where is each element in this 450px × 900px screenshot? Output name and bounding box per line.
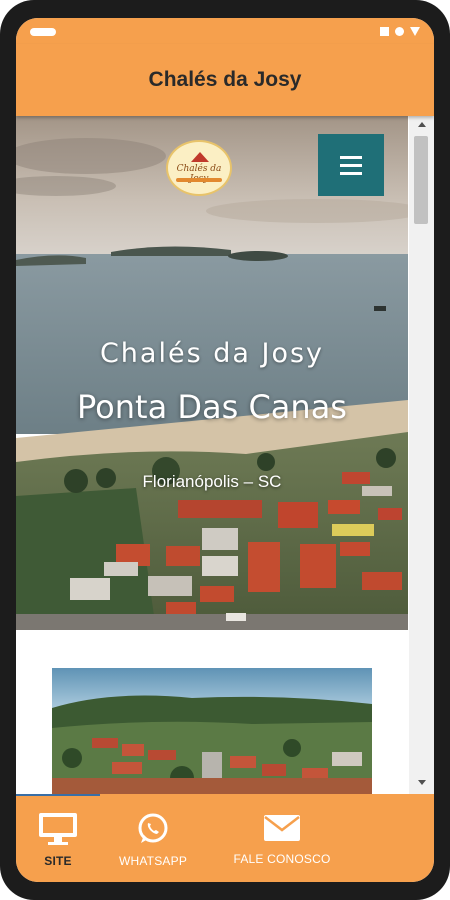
nav-contact-label: FALE CONOSCO [233, 852, 331, 866]
mail-icon [264, 815, 300, 841]
nav-whatsapp[interactable]: WHATSAPP [100, 794, 206, 882]
nav-site-label: SITE [44, 854, 72, 868]
nav-site[interactable]: SITE [16, 794, 100, 882]
menu-icon-line [340, 163, 362, 167]
aerial-photo-image [52, 668, 372, 794]
hero-subtitle: Chalés da Josy [99, 338, 325, 369]
webview-scrollbar[interactable] [409, 116, 434, 794]
device-frame: Chalés da Josy Chalés da Chalés da Josy … [0, 0, 450, 900]
hero-location: Florianópolis – SC [142, 472, 282, 491]
hamburger-menu-button[interactable] [318, 134, 384, 196]
nav-contact[interactable]: FALE CONOSCO [206, 794, 358, 882]
square-icon [380, 27, 389, 36]
site-logo[interactable]: Chalés da Josy [166, 140, 232, 196]
scroll-down-arrow-icon[interactable] [418, 780, 426, 785]
scrollbar-thumb[interactable] [414, 136, 428, 224]
triangle-icon [410, 27, 420, 36]
hero-section: Chalés da Josy Chalés da Josy Ponta Das … [16, 116, 408, 630]
app-bar: Chalés da Josy [16, 44, 434, 116]
nav-whatsapp-label: WHATSAPP [118, 854, 188, 868]
bottom-navigation: SITE WHATSAPP FALE CONOSCO [16, 794, 434, 882]
notification-icon [30, 28, 56, 36]
menu-icon-line [340, 171, 362, 175]
monitor-icon [39, 813, 77, 845]
app-title: Chalés da Josy [148, 68, 302, 91]
aerial-photo [52, 668, 372, 794]
logo-swoosh [176, 178, 222, 182]
house-icon [191, 152, 209, 162]
webview[interactable]: Chalés da Josy Chalés da Josy Ponta Das … [16, 116, 434, 794]
menu-icon-line [340, 155, 362, 159]
phone-screen: Chalés da Josy Chalés da Chalés da Josy … [16, 18, 434, 882]
scroll-up-arrow-icon[interactable] [418, 122, 426, 127]
status-bar [16, 18, 434, 44]
circle-icon [395, 27, 404, 36]
hero-title: Ponta Das Canas [77, 388, 347, 426]
status-icons [380, 27, 420, 36]
whatsapp-icon [138, 813, 168, 843]
